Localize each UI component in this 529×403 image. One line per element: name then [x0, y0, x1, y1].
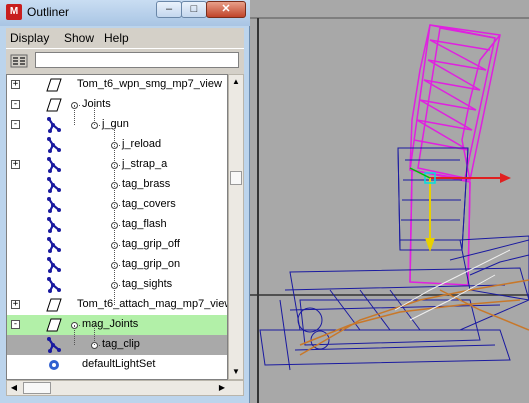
hierarchy-guide-line — [114, 125, 115, 305]
close-button[interactable]: ✕ — [206, 1, 246, 18]
gun-wireframe — [259, 147, 529, 371]
outliner-row[interactable]: tag_covers — [7, 195, 227, 215]
magazine-wireframe — [409, 24, 501, 286]
hierarchy-connector — [117, 185, 120, 186]
hierarchy-connector — [117, 145, 120, 146]
outliner-row[interactable]: - j_gun — [7, 115, 227, 135]
outliner-row-label: Joints — [82, 98, 111, 110]
filter-options-icon[interactable] — [10, 53, 28, 69]
collapse-icon[interactable]: - — [11, 100, 20, 109]
hierarchy-guide-line — [94, 325, 95, 345]
transform-icon — [46, 98, 62, 112]
outliner-client: Display Show Help + Tom_t6_wpn_smg_mp7_vi… — [6, 28, 244, 396]
outliner-row-label: j_reload — [122, 138, 162, 150]
hierarchy-guide-line — [94, 105, 95, 125]
hierarchy-connector — [117, 225, 120, 226]
outliner-row[interactable]: tag_flash — [7, 215, 227, 235]
joint-icon — [47, 137, 61, 153]
outliner-row[interactable]: defaultLightSet — [7, 355, 227, 375]
outliner-row[interactable]: tag_sights — [7, 275, 227, 295]
outliner-row-label: j_gun — [102, 118, 129, 130]
maximize-button[interactable]: □ — [181, 1, 207, 18]
outliner-row-label: Tom_t6_attach_mag_mp7_view — [77, 298, 228, 310]
outliner-window: M Outliner – □ ✕ Display Show Help + Tom_… — [0, 0, 250, 403]
joint-icon — [47, 337, 61, 353]
horizontal-scrollbar[interactable]: ◀ ▶ — [6, 380, 244, 396]
outliner-tree[interactable]: + Tom_t6_wpn_smg_mp7_view - Joints - j_gun j_r… — [6, 74, 228, 380]
outliner-row-label: tag_flash — [122, 218, 167, 230]
outliner-row-label: tag_sights — [122, 278, 173, 290]
window-title: Outliner — [27, 5, 70, 19]
outliner-row[interactable]: + Tom_t6_wpn_smg_mp7_view — [7, 75, 227, 95]
hierarchy-connector — [77, 325, 80, 326]
outliner-row[interactable]: + Tom_t6_attach_mag_mp7_view — [7, 295, 227, 315]
outliner-row-label: Tom_t6_wpn_smg_mp7_view — [77, 78, 222, 90]
scroll-down-arrow-icon[interactable]: ▼ — [229, 365, 243, 379]
scroll-left-arrow-icon[interactable]: ◀ — [7, 381, 21, 395]
outliner-row[interactable]: tag_grip_off — [7, 235, 227, 255]
outliner-row[interactable]: + j_strap_a — [7, 155, 227, 175]
outliner-row[interactable]: tag_clip — [7, 335, 227, 355]
joint-icon — [47, 237, 61, 253]
manip-x-arrow — [500, 173, 511, 183]
menu-display[interactable]: Display — [10, 31, 49, 45]
joint-icon — [47, 197, 61, 213]
hierarchy-connector — [117, 265, 120, 266]
outliner-row[interactable]: j_reload — [7, 135, 227, 155]
joint-icon — [47, 177, 61, 193]
outliner-row-label: tag_clip — [102, 338, 140, 350]
outliner-row-label: tag_grip_on — [122, 258, 181, 270]
horizontal-scroll-thumb[interactable] — [23, 382, 51, 394]
expand-icon[interactable]: + — [11, 300, 20, 309]
filter-search-input[interactable] — [35, 52, 239, 68]
minimize-button[interactable]: – — [156, 1, 182, 18]
outliner-row-label: defaultLightSet — [82, 358, 156, 370]
outliner-row-label: tag_grip_off — [122, 238, 180, 250]
joint-icon — [47, 277, 61, 293]
hierarchy-connector — [117, 165, 120, 166]
maya-app-icon: M — [6, 4, 22, 20]
hierarchy-guide-line — [74, 105, 75, 125]
transform-icon — [46, 298, 62, 312]
expand-icon[interactable]: + — [11, 160, 20, 169]
outliner-row-label: mag_Joints — [82, 318, 139, 330]
joint-icon — [47, 257, 61, 273]
vertical-scrollbar[interactable]: ▲ ▼ — [228, 74, 244, 380]
joint-icon — [47, 157, 61, 173]
transform-icon — [46, 78, 62, 92]
collapse-icon[interactable]: - — [11, 320, 20, 329]
outliner-row[interactable]: tag_brass — [7, 175, 227, 195]
outliner-row[interactable]: - mag_Joints — [7, 315, 227, 335]
outliner-row-label: tag_covers — [122, 198, 176, 210]
outliner-row[interactable]: - Joints — [7, 95, 227, 115]
joint-icon — [47, 117, 61, 133]
hierarchy-connector — [117, 205, 120, 206]
expand-icon[interactable]: + — [11, 80, 20, 89]
light-set-icon — [49, 360, 59, 370]
hierarchy-connector — [117, 285, 120, 286]
outliner-row[interactable]: tag_grip_on — [7, 255, 227, 275]
vertical-scroll-thumb[interactable] — [230, 171, 242, 185]
collapse-icon[interactable]: - — [11, 120, 20, 129]
scroll-right-arrow-icon[interactable]: ▶ — [215, 381, 229, 395]
title-bar[interactable]: M Outliner – □ ✕ — [0, 0, 250, 26]
hierarchy-connector — [77, 105, 80, 106]
scroll-up-arrow-icon[interactable]: ▲ — [229, 75, 243, 89]
hierarchy-connector — [97, 125, 100, 126]
outliner-row-label: tag_brass — [122, 178, 171, 190]
transform-icon — [46, 318, 62, 332]
outliner-row-label: j_strap_a — [122, 158, 168, 170]
hierarchy-guide-line — [74, 325, 75, 345]
hierarchy-connector — [97, 345, 100, 346]
filter-bar — [6, 48, 244, 73]
menu-help[interactable]: Help — [104, 31, 129, 45]
joint-icon — [47, 217, 61, 233]
menu-bar: Display Show Help — [6, 28, 244, 48]
menu-show[interactable]: Show — [64, 31, 94, 45]
hierarchy-connector — [117, 245, 120, 246]
